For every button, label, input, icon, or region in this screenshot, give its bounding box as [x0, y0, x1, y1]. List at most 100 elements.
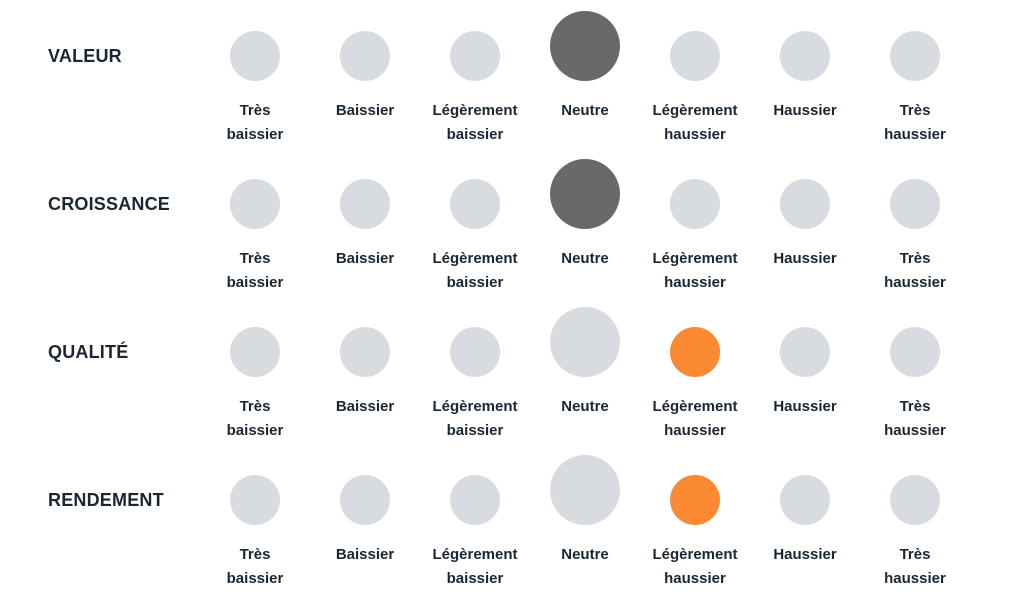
selected-indicator-dot — [670, 475, 720, 525]
scale-caption: Très haussier — [860, 395, 970, 443]
caption-line-1: Neutre — [561, 398, 609, 415]
indicator-dot — [670, 31, 720, 81]
caption-line-1: Légèrement — [432, 398, 518, 415]
indicator-dot — [780, 31, 830, 81]
indicator-dot — [230, 31, 280, 81]
caption-line-2: baissier — [226, 570, 284, 587]
scale-option: Très baissier — [200, 444, 310, 592]
indicator-dot — [450, 327, 500, 377]
scale-caption: Légèrement haussier — [640, 99, 750, 147]
scale-option: Haussier — [750, 0, 860, 148]
caption-line-2: haussier — [884, 570, 946, 587]
scale-caption: Très haussier — [860, 247, 970, 295]
indicator-dot — [890, 475, 940, 525]
scale-caption: Très baissier — [200, 247, 310, 295]
caption-line-2: baissier — [446, 274, 504, 291]
scale-caption: Neutre — [530, 247, 640, 271]
scale-option: Légèrement haussier — [640, 148, 750, 296]
caption-line-1: Très — [239, 102, 271, 119]
scale-caption: Très baissier — [200, 543, 310, 591]
scale-option: Haussier — [750, 148, 860, 296]
scale-caption: Baissier — [310, 247, 420, 271]
caption-line-2: haussier — [884, 274, 946, 291]
caption-line-1: Légèrement — [652, 546, 738, 563]
indicator-dot — [890, 327, 940, 377]
indicator-dot — [780, 179, 830, 229]
scale-option: Neutre — [530, 0, 640, 148]
caption-line-2: haussier — [664, 274, 726, 291]
caption-line-2: haussier — [664, 570, 726, 587]
scale-option: Légèrement baissier — [420, 0, 530, 148]
caption-line-1: Baissier — [335, 546, 395, 563]
indicator-dot — [550, 455, 620, 525]
indicator-dot — [230, 179, 280, 229]
scale-option: Très haussier — [860, 296, 970, 444]
scale-caption: Légèrement baissier — [420, 247, 530, 295]
scale-option: Neutre — [530, 148, 640, 296]
caption-line-2: baissier — [446, 126, 504, 143]
selected-indicator-dot — [550, 159, 620, 229]
indicator-dot — [780, 475, 830, 525]
caption-line-1: Très — [899, 250, 931, 267]
scale-option: Très baissier — [200, 0, 310, 148]
caption-line-1: Baissier — [335, 398, 395, 415]
caption-line-1: Très — [899, 102, 931, 119]
scale-option: Très haussier — [860, 0, 970, 148]
scale-option: Haussier — [750, 444, 860, 592]
scale-caption: Légèrement haussier — [640, 247, 750, 295]
indicator-dot — [450, 31, 500, 81]
caption-line-2: baissier — [446, 422, 504, 439]
scale-option: Très haussier — [860, 444, 970, 592]
scale-option: Très baissier — [200, 148, 310, 296]
caption-line-1: Très — [899, 398, 931, 415]
sentiment-row: CROISSANCE Très baissier Baissier Légèrement… — [0, 148, 1025, 296]
caption-line-1: Légèrement — [652, 398, 738, 415]
caption-line-2: baissier — [226, 274, 284, 291]
row-label: CROISSANCE — [48, 194, 171, 214]
caption-line-2: baissier — [226, 422, 284, 439]
caption-line-1: Légèrement — [432, 102, 518, 119]
scale-caption: Légèrement haussier — [640, 395, 750, 443]
scale-caption: Très baissier — [200, 395, 310, 443]
caption-line-1: Neutre — [561, 250, 609, 267]
caption-line-1: Haussier — [773, 398, 837, 415]
scale-option: Baissier — [310, 444, 420, 592]
caption-line-1: Neutre — [561, 102, 609, 119]
scale-caption: Légèrement baissier — [420, 543, 530, 591]
indicator-dot — [890, 179, 940, 229]
indicator-dot — [230, 327, 280, 377]
caption-line-2: haussier — [664, 422, 726, 439]
scale-caption: Neutre — [530, 99, 640, 123]
caption-line-1: Haussier — [773, 546, 837, 563]
caption-line-1: Baissier — [335, 102, 395, 119]
row-label: RENDEMENT — [48, 490, 164, 510]
scale-caption: Haussier — [750, 247, 860, 271]
indicator-dot — [340, 179, 390, 229]
scale-caption: Légèrement baissier — [420, 395, 530, 443]
scale-option: Très baissier — [200, 296, 310, 444]
indicator-dot — [550, 307, 620, 377]
indicator-dot — [670, 179, 720, 229]
scale-caption: Haussier — [750, 543, 860, 567]
indicator-dot — [230, 475, 280, 525]
scale-caption: Neutre — [530, 395, 640, 419]
caption-line-1: Haussier — [773, 250, 837, 267]
caption-line-2: haussier — [664, 126, 726, 143]
caption-line-2: haussier — [884, 422, 946, 439]
caption-line-1: Légèrement — [652, 250, 738, 267]
scale-caption: Baissier — [310, 99, 420, 123]
indicator-dot — [340, 31, 390, 81]
caption-line-1: Légèrement — [432, 546, 518, 563]
caption-line-1: Légèrement — [652, 102, 738, 119]
scale-caption: Légèrement haussier — [640, 543, 750, 591]
caption-line-1: Très — [899, 546, 931, 563]
selected-indicator-dot — [550, 11, 620, 81]
selected-indicator-dot — [670, 327, 720, 377]
caption-line-1: Très — [239, 546, 271, 563]
scale-option: Légèrement baissier — [420, 444, 530, 592]
scale-option: Neutre — [530, 296, 640, 444]
scale-caption: Très baissier — [200, 99, 310, 147]
scale-option: Légèrement haussier — [640, 444, 750, 592]
caption-line-2: haussier — [884, 126, 946, 143]
caption-line-1: Très — [239, 250, 271, 267]
